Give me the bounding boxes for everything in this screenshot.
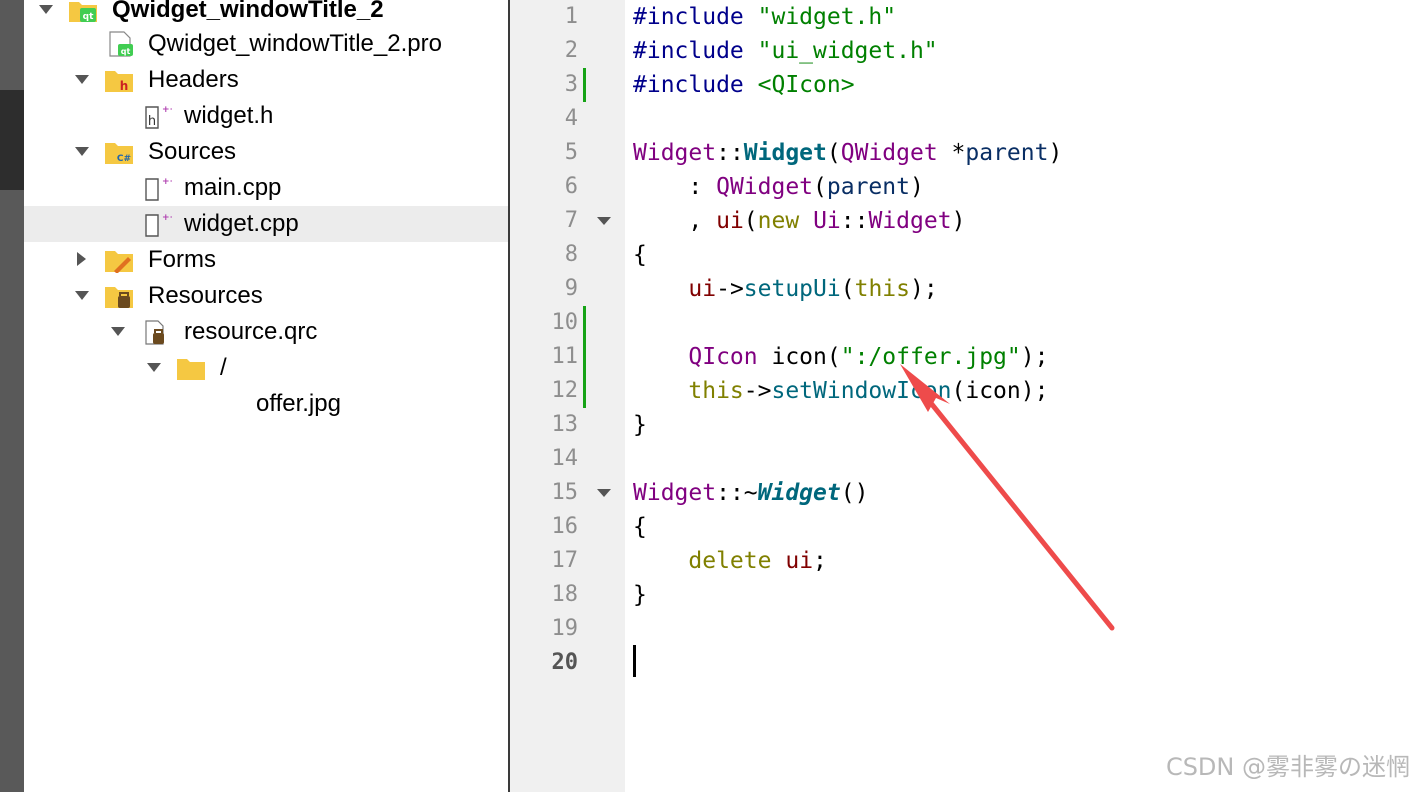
annotation-arrow-head-icon [900, 364, 950, 412]
watermark: CSDN @雾非雾の迷惘 [1165, 753, 1410, 781]
annotation-arrow-shaft [919, 389, 1115, 631]
annotation-overlay [900, 364, 1115, 631]
